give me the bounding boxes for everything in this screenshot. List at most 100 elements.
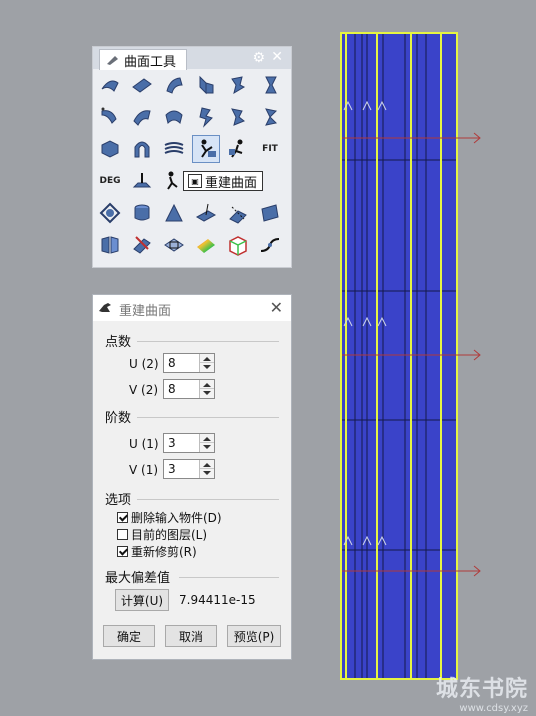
- surface-tool-icon[interactable]: [160, 199, 188, 227]
- preview-button[interactable]: 预览(P): [227, 625, 281, 647]
- surface-tool-icon[interactable]: [96, 231, 124, 259]
- surface-body: [340, 32, 458, 680]
- close-icon[interactable]: ✕: [270, 298, 283, 317]
- rebuild-surface-dialog: 重建曲面 ✕ 点数 U (2) 8 V (2) 8 阶数 U (1) 3 V (…: [92, 294, 292, 660]
- surface-tool-icon[interactable]: [160, 71, 188, 99]
- surface-tool-icon[interactable]: [128, 103, 156, 131]
- surface-tool-icon[interactable]: [192, 199, 220, 227]
- points-section-label: 点数: [105, 335, 132, 350]
- surface-tool-icon[interactable]: [128, 199, 156, 227]
- rhino-icon: [99, 303, 111, 312]
- surface-tool-icon[interactable]: [96, 103, 124, 131]
- rebuild-surface-tooltip: ▣ 重建曲面: [183, 171, 264, 191]
- watermark-url: www.cdsy.xyz: [459, 703, 528, 714]
- retrim-checkbox[interactable]: 重新修剪(R): [117, 543, 197, 560]
- surface-tool-icon[interactable]: [256, 231, 284, 259]
- divider: [179, 577, 279, 578]
- checkbox-unchecked-icon[interactable]: [117, 529, 128, 540]
- tab-label: 曲面工具: [124, 54, 177, 70]
- spin-arrows[interactable]: [199, 434, 214, 452]
- divider: [137, 341, 279, 342]
- surface-tool-icon[interactable]: [128, 231, 156, 259]
- surface-tool-icon[interactable]: [256, 71, 284, 99]
- surface-tool-icon[interactable]: [224, 199, 252, 227]
- deg-label: DEG: [99, 176, 121, 186]
- rebuilt-surface[interactable]: [340, 32, 481, 680]
- cancel-label: 取消: [178, 629, 203, 644]
- tooltip-text: 重建曲面: [205, 175, 258, 191]
- spin-down-icon[interactable]: [203, 445, 211, 449]
- options-section-label: 选项: [105, 493, 132, 508]
- surface-tool-icon[interactable]: [96, 135, 124, 163]
- deviation-value: 7.94411e-15: [179, 593, 256, 607]
- surface-tool-icon[interactable]: [160, 135, 188, 163]
- spin-arrows[interactable]: [199, 354, 214, 372]
- spin-up-icon[interactable]: [203, 383, 211, 387]
- watermark-title: 城东书院: [435, 676, 528, 702]
- fit-label: FIT: [262, 144, 278, 154]
- rebuild-surface-icon[interactable]: [192, 135, 220, 163]
- surface-tool-icon[interactable]: [96, 199, 124, 227]
- dialog-title: 重建曲面: [119, 304, 172, 319]
- gear-icon[interactable]: ⚙: [252, 50, 265, 66]
- u-degree-label: U (1): [129, 437, 159, 451]
- u-points-value[interactable]: 8: [168, 356, 176, 370]
- degree-section-label: 阶数: [105, 411, 132, 426]
- spin-arrows[interactable]: [199, 460, 214, 478]
- spin-arrows[interactable]: [199, 380, 214, 398]
- surface-tool-icon[interactable]: [128, 71, 156, 99]
- surface-tool-icon[interactable]: [192, 103, 220, 131]
- cancel-button[interactable]: 取消: [165, 625, 217, 647]
- tab-surface-tools[interactable]: 曲面工具: [99, 49, 188, 70]
- calculate-button[interactable]: 计算(U): [115, 589, 169, 611]
- degree-surface-icon[interactable]: DEG: [96, 167, 124, 195]
- v-degree-value[interactable]: 3: [168, 462, 176, 476]
- pen-icon: [107, 56, 118, 65]
- toolbar-header: 曲面工具 ⚙ ✕: [93, 47, 291, 70]
- retrim-label[interactable]: 重新修剪(R): [131, 543, 197, 560]
- u-degree-stepper[interactable]: 3: [163, 433, 215, 453]
- v-points-label: V (2): [129, 383, 159, 397]
- checkbox-checked-icon[interactable]: [117, 512, 128, 523]
- preview-label: 预览(P): [233, 629, 275, 644]
- rebuild-surface-small-icon: ▣: [188, 174, 202, 188]
- watermark: 城东书院 www.cdsy.xyz: [436, 671, 528, 714]
- max-deviation-section-label: 最大偏差值: [105, 571, 171, 586]
- spin-up-icon[interactable]: [203, 437, 211, 441]
- surface-tool-icon[interactable]: [128, 167, 156, 195]
- surface-tool-icon[interactable]: [160, 103, 188, 131]
- spin-up-icon[interactable]: [203, 463, 211, 467]
- surface-tool-icon[interactable]: [224, 71, 252, 99]
- surface-tool-icon[interactable]: [256, 199, 284, 227]
- spin-down-icon[interactable]: [203, 365, 211, 369]
- surface-tool-icon[interactable]: [96, 71, 124, 99]
- current-layer-label[interactable]: 目前的图层(L): [131, 526, 207, 543]
- spin-down-icon[interactable]: [203, 471, 211, 475]
- calculate-label: 计算(U): [120, 593, 164, 608]
- u-points-label: U (2): [129, 357, 159, 371]
- delete-input-label[interactable]: 删除输入物件(D): [131, 509, 222, 526]
- surface-tool-icon[interactable]: [192, 71, 220, 99]
- v-degree-stepper[interactable]: 3: [163, 459, 215, 479]
- dialog-titlebar[interactable]: 重建曲面 ✕: [93, 295, 291, 321]
- u-points-stepper[interactable]: 8: [163, 353, 215, 373]
- delete-input-checkbox[interactable]: 删除输入物件(D): [117, 509, 222, 526]
- v-points-stepper[interactable]: 8: [163, 379, 215, 399]
- surface-tool-icon[interactable]: [224, 135, 252, 163]
- close-icon[interactable]: ✕: [271, 49, 283, 65]
- v-points-value[interactable]: 8: [168, 382, 176, 396]
- surface-tool-icon[interactable]: [224, 103, 252, 131]
- u-degree-value[interactable]: 3: [168, 436, 176, 450]
- spin-up-icon[interactable]: [203, 357, 211, 361]
- checkbox-checked-icon[interactable]: [117, 546, 128, 557]
- surface-tool-icon[interactable]: [256, 103, 284, 131]
- fit-surface-icon[interactable]: FIT: [256, 135, 284, 163]
- surface-tool-icon[interactable]: [160, 231, 188, 259]
- current-layer-checkbox[interactable]: 目前的图层(L): [117, 526, 207, 543]
- surface-tool-icon[interactable]: [128, 135, 156, 163]
- surface-tool-icon[interactable]: [224, 231, 252, 259]
- surface-tool-icon[interactable]: [192, 231, 220, 259]
- ok-button[interactable]: 确定: [103, 625, 155, 647]
- v-degree-label: V (1): [129, 463, 159, 477]
- spin-down-icon[interactable]: [203, 391, 211, 395]
